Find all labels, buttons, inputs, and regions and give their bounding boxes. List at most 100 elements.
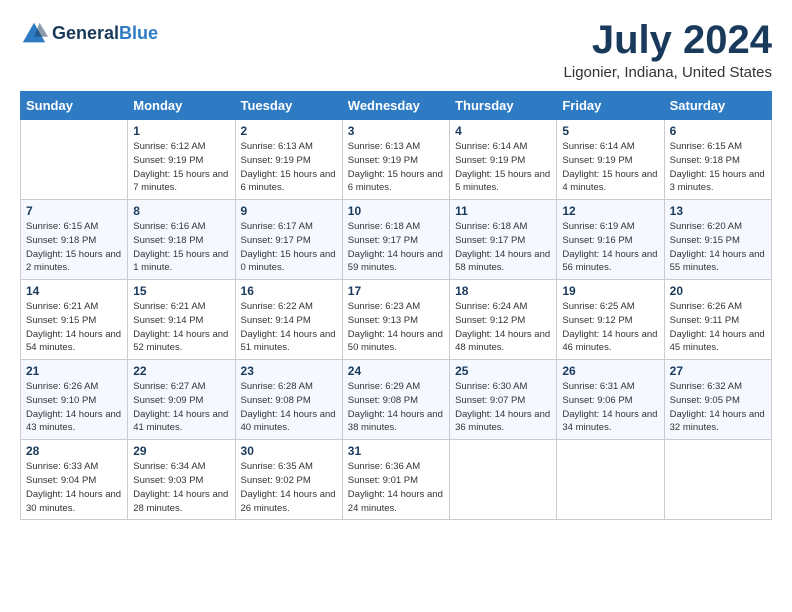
calendar-cell: 21 Sunrise: 6:26 AMSunset: 9:10 PMDayligh… [21,360,128,440]
calendar-cell: 5 Sunrise: 6:14 AMSunset: 9:19 PMDaylight… [557,120,664,200]
calendar-cell: 15 Sunrise: 6:21 AMSunset: 9:14 PMDayligh… [128,280,235,360]
cell-info: Sunrise: 6:18 AMSunset: 9:17 PMDaylight:… [455,220,551,275]
calendar-cell: 19 Sunrise: 6:25 AMSunset: 9:12 PMDayligh… [557,280,664,360]
cell-info: Sunrise: 6:18 AMSunset: 9:17 PMDaylight:… [348,220,444,275]
calendar-cell: 13 Sunrise: 6:20 AMSunset: 9:15 PMDayligh… [664,200,771,280]
column-header-thursday: Thursday [450,92,557,120]
day-number: 2 [241,124,337,138]
logo-line2: Blue [119,23,158,43]
cell-info: Sunrise: 6:30 AMSunset: 9:07 PMDaylight:… [455,380,551,435]
cell-info: Sunrise: 6:19 AMSunset: 9:16 PMDaylight:… [562,220,658,275]
calendar-cell: 7 Sunrise: 6:15 AMSunset: 9:18 PMDaylight… [21,200,128,280]
day-number: 1 [133,124,229,138]
calendar-cell: 27 Sunrise: 6:32 AMSunset: 9:05 PMDayligh… [664,360,771,440]
calendar-cell: 30Sunrise: 6:35 AMSunset: 9:02 PMDayligh… [235,440,342,520]
day-number: 16 [241,284,337,298]
calendar-cell: 12 Sunrise: 6:19 AMSunset: 9:16 PMDayligh… [557,200,664,280]
cell-info: Sunrise: 6:21 AMSunset: 9:15 PMDaylight:… [26,300,122,355]
calendar-cell: 3Sunrise: 6:13 AMSunset: 9:19 PMDaylight… [342,120,449,200]
calendar-cell: 14Sunrise: 6:21 AMSunset: 9:15 PMDayligh… [21,280,128,360]
cell-info: Sunrise: 6:21 AMSunset: 9:14 PMDaylight:… [133,300,229,355]
day-number: 25 [455,364,551,378]
day-number: 9 [241,204,337,218]
column-header-sunday: Sunday [21,92,128,120]
day-number: 15 [133,284,229,298]
day-number: 8 [133,204,229,218]
cell-info: Sunrise: 6:14 AMSunset: 9:19 PMDaylight:… [562,140,658,195]
calendar-cell: 2 Sunrise: 6:13 AMSunset: 9:19 PMDaylight… [235,120,342,200]
cell-info: Sunrise: 6:29 AMSunset: 9:08 PMDaylight:… [348,380,444,435]
logo-text: GeneralBlue [52,24,158,44]
calendar-cell [664,440,771,520]
calendar-cell: 9 Sunrise: 6:17 AMSunset: 9:17 PMDaylight… [235,200,342,280]
calendar-cell: 10 Sunrise: 6:18 AMSunset: 9:17 PMDayligh… [342,200,449,280]
cell-info: Sunrise: 6:24 AMSunset: 9:12 PMDaylight:… [455,300,551,355]
day-number: 6 [670,124,766,138]
day-number: 7 [26,204,122,218]
cell-info: Sunrise: 6:28 AMSunset: 9:08 PMDaylight:… [241,380,337,435]
logo-icon [20,20,48,48]
cell-info: Sunrise: 6:35 AMSunset: 9:02 PMDaylight:… [241,460,337,515]
day-number: 27 [670,364,766,378]
cell-info: Sunrise: 6:17 AMSunset: 9:17 PMDaylight:… [241,220,337,275]
cell-info: Sunrise: 6:13 AMSunset: 9:19 PMDaylight:… [241,140,337,195]
day-number: 4 [455,124,551,138]
calendar-week-2: 7 Sunrise: 6:15 AMSunset: 9:18 PMDaylight… [21,200,772,280]
cell-info: Sunrise: 6:26 AMSunset: 9:10 PMDaylight:… [26,380,122,435]
calendar-cell: 6Sunrise: 6:15 AMSunset: 9:18 PMDaylight… [664,120,771,200]
calendar-cell: 24 Sunrise: 6:29 AMSunset: 9:08 PMDayligh… [342,360,449,440]
day-number: 10 [348,204,444,218]
day-number: 22 [133,364,229,378]
calendar-cell [557,440,664,520]
calendar-cell: 16 Sunrise: 6:22 AMSunset: 9:14 PMDayligh… [235,280,342,360]
cell-info: Sunrise: 6:33 AMSunset: 9:04 PMDaylight:… [26,460,122,515]
title-block: July 2024 Ligonier, Indiana, United Stat… [564,20,772,81]
location: Ligonier, Indiana, United States [564,64,772,81]
calendar-cell: 25 Sunrise: 6:30 AMSunset: 9:07 PMDayligh… [450,360,557,440]
calendar-cell: 26 Sunrise: 6:31 AMSunset: 9:06 PMDayligh… [557,360,664,440]
logo-line1: General [52,23,119,43]
column-header-tuesday: Tuesday [235,92,342,120]
column-header-friday: Friday [557,92,664,120]
day-number: 29 [133,444,229,458]
calendar-cell: 28Sunrise: 6:33 AMSunset: 9:04 PMDayligh… [21,440,128,520]
calendar-week-3: 14Sunrise: 6:21 AMSunset: 9:15 PMDayligh… [21,280,772,360]
day-number: 18 [455,284,551,298]
calendar-body: 1Sunrise: 6:12 AMSunset: 9:19 PMDaylight… [21,120,772,520]
calendar-cell: 29Sunrise: 6:34 AMSunset: 9:03 PMDayligh… [128,440,235,520]
calendar-cell [450,440,557,520]
cell-info: Sunrise: 6:16 AMSunset: 9:18 PMDaylight:… [133,220,229,275]
calendar-cell: 17 Sunrise: 6:23 AMSunset: 9:13 PMDayligh… [342,280,449,360]
day-number: 17 [348,284,444,298]
day-number: 12 [562,204,658,218]
calendar-cell: 18 Sunrise: 6:24 AMSunset: 9:12 PMDayligh… [450,280,557,360]
day-number: 26 [562,364,658,378]
day-number: 11 [455,204,551,218]
day-number: 24 [348,364,444,378]
calendar-week-5: 28Sunrise: 6:33 AMSunset: 9:04 PMDayligh… [21,440,772,520]
day-number: 13 [670,204,766,218]
page-header: GeneralBlue July 2024 Ligonier, Indiana,… [20,20,772,81]
calendar-table: SundayMondayTuesdayWednesdayThursdayFrid… [20,91,772,520]
cell-info: Sunrise: 6:14 AMSunset: 9:19 PMDaylight:… [455,140,551,195]
day-number: 5 [562,124,658,138]
calendar-week-1: 1Sunrise: 6:12 AMSunset: 9:19 PMDaylight… [21,120,772,200]
calendar-cell: 20Sunrise: 6:26 AMSunset: 9:11 PMDayligh… [664,280,771,360]
calendar-cell: 8 Sunrise: 6:16 AMSunset: 9:18 PMDaylight… [128,200,235,280]
logo: GeneralBlue [20,20,158,48]
cell-info: Sunrise: 6:22 AMSunset: 9:14 PMDaylight:… [241,300,337,355]
cell-info: Sunrise: 6:25 AMSunset: 9:12 PMDaylight:… [562,300,658,355]
day-number: 21 [26,364,122,378]
cell-info: Sunrise: 6:31 AMSunset: 9:06 PMDaylight:… [562,380,658,435]
cell-info: Sunrise: 6:36 AMSunset: 9:01 PMDaylight:… [348,460,444,515]
day-number: 19 [562,284,658,298]
cell-info: Sunrise: 6:20 AMSunset: 9:15 PMDaylight:… [670,220,766,275]
cell-info: Sunrise: 6:15 AMSunset: 9:18 PMDaylight:… [26,220,122,275]
calendar-cell: 22Sunrise: 6:27 AMSunset: 9:09 PMDayligh… [128,360,235,440]
calendar-cell: 11 Sunrise: 6:18 AMSunset: 9:17 PMDayligh… [450,200,557,280]
cell-info: Sunrise: 6:23 AMSunset: 9:13 PMDaylight:… [348,300,444,355]
cell-info: Sunrise: 6:32 AMSunset: 9:05 PMDaylight:… [670,380,766,435]
day-number: 23 [241,364,337,378]
cell-info: Sunrise: 6:13 AMSunset: 9:19 PMDaylight:… [348,140,444,195]
calendar-cell: 31Sunrise: 6:36 AMSunset: 9:01 PMDayligh… [342,440,449,520]
